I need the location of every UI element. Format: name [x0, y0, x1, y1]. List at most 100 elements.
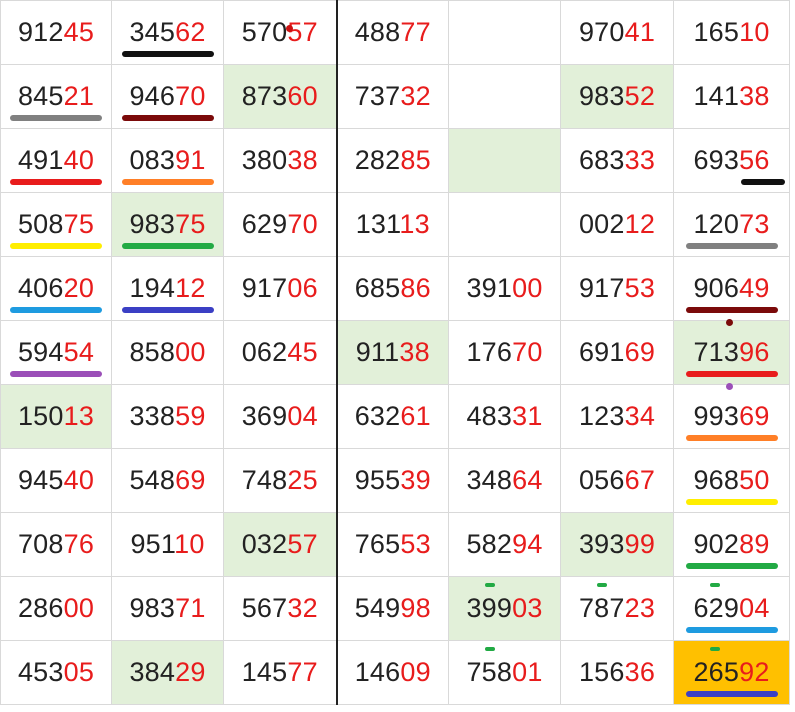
- grid-cell[interactable]: 16510: [673, 0, 790, 65]
- cell-number-lead: 570: [241, 17, 288, 47]
- grid-cell[interactable]: 59454: [0, 320, 112, 385]
- cell-number-lead: 594: [17, 337, 64, 367]
- grid-cell[interactable]: 14609: [336, 640, 449, 705]
- grid-cell[interactable]: 91138: [336, 320, 449, 385]
- grid-cell[interactable]: 56732: [223, 576, 338, 641]
- grid-cell[interactable]: 98371: [111, 576, 224, 641]
- grid-cell[interactable]: 48877: [336, 0, 449, 65]
- grid-cell[interactable]: 69169: [560, 320, 674, 385]
- grid-cell[interactable]: 15636: [560, 640, 674, 705]
- grid-cell[interactable]: 38038: [223, 128, 338, 193]
- grid-cell[interactable]: 63261: [336, 384, 449, 449]
- grid-cell[interactable]: 98375: [111, 192, 224, 257]
- cell-number-tail: 29: [175, 657, 206, 687]
- grid-cell[interactable]: 68586: [336, 256, 449, 321]
- grid-cell[interactable]: 00212: [560, 192, 674, 257]
- grid-cell[interactable]: 95110: [111, 512, 224, 577]
- grid-cell[interactable]: 45305: [0, 640, 112, 705]
- grid-cell[interactable]: 48331: [448, 384, 561, 449]
- cell-number-lead: 629: [693, 593, 740, 623]
- grid-cell[interactable]: 28600: [0, 576, 112, 641]
- grid-cell[interactable]: 50875: [0, 192, 112, 257]
- grid-cell[interactable]: 54998: [336, 576, 449, 641]
- grid-cell[interactable]: 12334: [560, 384, 674, 449]
- grid-cell[interactable]: 08391: [111, 128, 224, 193]
- grid-cell[interactable]: 71396: [673, 319, 790, 385]
- grid-cell[interactable]: 78723: [560, 576, 674, 641]
- grid-cell[interactable]: 14577: [223, 640, 338, 705]
- grid-cell[interactable]: 94540: [0, 448, 112, 513]
- grid-cell[interactable]: 70876: [0, 512, 112, 577]
- grid-cell[interactable]: 34562: [111, 0, 224, 65]
- grid-cell[interactable]: 14138: [673, 64, 790, 129]
- grid-cell[interactable]: 12073: [673, 192, 790, 257]
- grid-cell[interactable]: 97041: [560, 0, 674, 65]
- highlight-underline: [741, 179, 785, 185]
- cell-number-tail: 69: [739, 401, 770, 431]
- grid-cell[interactable]: 17670: [448, 320, 561, 385]
- cell-number-tail: 34: [624, 401, 656, 431]
- grid-cell[interactable]: 76553: [336, 512, 449, 577]
- grid-cell[interactable]: 03257: [223, 512, 338, 577]
- grid-cell[interactable]: 19412: [111, 256, 224, 321]
- grid-cell[interactable]: 38429: [111, 640, 224, 705]
- grid-cell[interactable]: 91753: [560, 256, 674, 321]
- cell-number-tail: 13: [399, 209, 430, 239]
- highlight-underline: [10, 243, 102, 249]
- grid-cell[interactable]: 91245: [0, 0, 112, 65]
- grid-cell[interactable]: 54869: [111, 448, 224, 513]
- grid-cell[interactable]: 90289: [673, 512, 790, 577]
- grid-cell[interactable]: 85800: [111, 320, 224, 385]
- grid-cell[interactable]: 91706: [223, 256, 338, 321]
- cell-number-lead: 873: [241, 81, 288, 111]
- grid-cell[interactable]: 15013: [0, 384, 112, 449]
- grid-cell[interactable]: 74825: [223, 448, 338, 513]
- grid-cell[interactable]: 39100: [448, 256, 561, 321]
- cell-number-tail: 38: [287, 145, 318, 175]
- grid-cell[interactable]: 40620: [0, 256, 112, 321]
- grid-cell[interactable]: 69356: [673, 128, 790, 193]
- grid-cell[interactable]: 57057: [223, 0, 338, 65]
- highlight-underline: [685, 627, 778, 633]
- grid-cell[interactable]: 99369: [673, 383, 790, 449]
- cell-number-tail: 71: [175, 593, 206, 623]
- grid-cell[interactable]: 62970: [223, 192, 338, 257]
- cell-number-lead: 391: [466, 273, 513, 303]
- grid-cell[interactable]: 58294: [448, 512, 561, 577]
- grid-cell[interactable]: 39399: [560, 512, 674, 577]
- grid-cell[interactable]: 95539: [336, 448, 449, 513]
- grid-cell[interactable]: [448, 128, 561, 193]
- grid-cell[interactable]: [448, 64, 561, 129]
- cell-number-lead: 282: [354, 145, 401, 175]
- grid-cell[interactable]: 90649: [673, 256, 790, 321]
- grid-cell[interactable]: 34864: [448, 448, 561, 513]
- cell-number-tail: 32: [287, 593, 318, 623]
- cell-number-lead: 508: [17, 209, 64, 239]
- grid-cell[interactable]: [448, 192, 561, 257]
- grid-cell[interactable]: 39903: [448, 576, 561, 641]
- grid-cell[interactable]: 28285: [336, 128, 449, 193]
- cell-number-lead: 685: [354, 273, 401, 303]
- highlight-underline: [685, 243, 778, 249]
- grid-cell[interactable]: 26592: [673, 640, 790, 705]
- grid-cell[interactable]: 96850: [673, 448, 790, 513]
- grid-cell[interactable]: 62904: [673, 576, 790, 641]
- grid-cell[interactable]: 84521: [0, 64, 112, 129]
- grid-cell[interactable]: 68333: [560, 128, 674, 193]
- grid-cell[interactable]: 13113: [336, 192, 449, 257]
- grid-cell[interactable]: 87360: [223, 64, 338, 129]
- cell-number-tail: 03: [512, 593, 543, 623]
- grid-cell[interactable]: [448, 0, 561, 65]
- grid-cell[interactable]: 73732: [336, 64, 449, 129]
- grid-cell[interactable]: 33859: [111, 384, 224, 449]
- grid-cell[interactable]: 49140: [0, 128, 112, 193]
- grid-cell[interactable]: 36904: [223, 384, 338, 449]
- grid-cell[interactable]: 98352: [560, 64, 674, 129]
- grid-cell[interactable]: 06245: [223, 320, 338, 385]
- grid-cell[interactable]: 05667: [560, 448, 674, 513]
- cell-number-tail: 38: [739, 81, 770, 111]
- cell-number-lead: 549: [354, 593, 401, 623]
- grid-cell[interactable]: 75801: [448, 640, 561, 705]
- cell-number-tail: 59: [175, 401, 206, 431]
- grid-cell[interactable]: 94670: [111, 64, 224, 129]
